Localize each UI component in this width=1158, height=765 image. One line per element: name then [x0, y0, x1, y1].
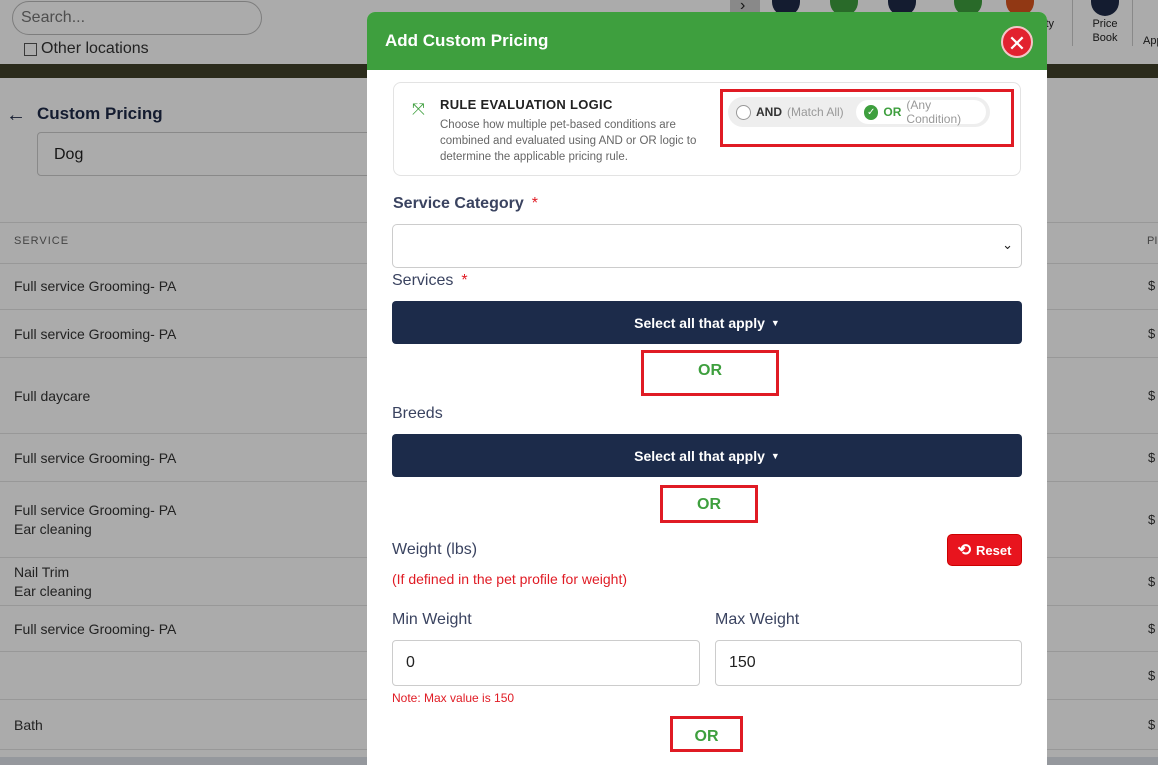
reset-button[interactable]: ⟲ Reset	[947, 534, 1022, 566]
required-mark: *	[531, 195, 538, 212]
or-label: OR	[883, 105, 902, 119]
merge-arrows-icon: ⤧	[412, 101, 425, 118]
max-weight-label: Max Weight	[715, 611, 800, 628]
services-label: Services *	[392, 272, 468, 290]
modal-header: Add Custom Pricing ✕	[367, 12, 1047, 70]
or-separator: OR	[698, 362, 722, 379]
max-weight-note: Note: Max value is 150	[392, 691, 515, 705]
or-separator: OR	[697, 496, 721, 513]
breeds-label: Breeds	[392, 405, 443, 422]
and-hint: (Match All)	[787, 105, 844, 119]
logic-option-or[interactable]: ✓ OR (Any Condition)	[856, 98, 986, 126]
close-button[interactable]: ✕	[1001, 26, 1033, 58]
weight-label: Weight (lbs)	[392, 541, 478, 558]
reset-icon: ⟲	[957, 542, 971, 559]
or-separator: OR	[694, 728, 719, 745]
logic-option-and[interactable]: AND (Match All)	[736, 97, 844, 127]
rule-title: RULE EVALUATION LOGIC	[440, 97, 613, 112]
radio-unchecked-icon	[736, 104, 751, 120]
and-label: AND	[756, 105, 782, 119]
caret-down-icon: ▼	[770, 450, 780, 461]
service-category-select[interactable]: ⌄	[392, 224, 1022, 268]
reset-label: Reset	[975, 542, 1012, 558]
rule-description: Choose how multiple pet-based conditions…	[440, 119, 697, 163]
breeds-dropdown-button[interactable]: Select all that apply ▼	[392, 434, 1022, 477]
add-custom-pricing-modal: Add Custom Pricing ✕ ⤧ RULE EVALUATION L…	[367, 12, 1047, 765]
service-category-text: Service Category	[393, 195, 524, 212]
rule-evaluation-card: ⤧ RULE EVALUATION LOGIC Choose how multi…	[393, 82, 1021, 176]
breeds-button-label: Select all that apply	[634, 447, 765, 464]
max-weight-input[interactable]: 150	[715, 640, 1022, 686]
or-hint: (Any Condition)	[906, 98, 962, 126]
modal-title: Add Custom Pricing	[385, 31, 549, 50]
chevron-down-icon: ⌄	[1002, 237, 1013, 252]
logic-toggle[interactable]: AND (Match All) ✓ OR (Any Condition)	[728, 97, 990, 127]
min-weight-label: Min Weight	[392, 611, 472, 628]
services-text: Services	[392, 272, 454, 289]
min-weight-input[interactable]: 0	[392, 640, 700, 686]
required-mark: *	[461, 272, 468, 289]
close-icon: ✕	[1007, 31, 1027, 56]
service-category-label: Service Category *	[393, 195, 538, 213]
weight-hint: (If defined in the pet profile for weigh…	[392, 571, 628, 587]
services-button-label: Select all that apply	[634, 314, 765, 331]
services-dropdown-button[interactable]: Select all that apply ▼	[392, 301, 1022, 344]
radio-checked-icon: ✓	[864, 104, 879, 120]
caret-down-icon: ▼	[770, 317, 780, 328]
